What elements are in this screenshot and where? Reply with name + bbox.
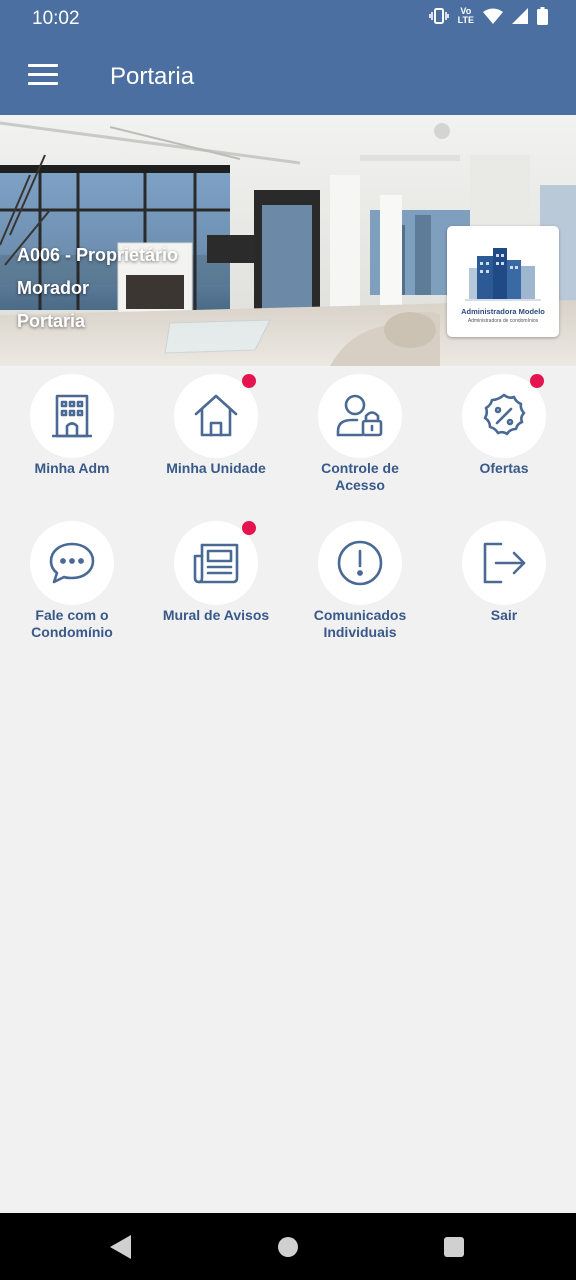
vibrate-icon — [428, 8, 449, 24]
menu-icon-circle — [318, 521, 402, 605]
chat-bubble-icon — [49, 542, 95, 584]
signal-icon — [512, 8, 528, 24]
alert-circle-icon — [337, 540, 383, 586]
user-lock-icon — [336, 394, 383, 437]
building-icon — [52, 394, 92, 438]
notification-badge — [242, 374, 256, 388]
logo-name: Administradora Modelo — [461, 307, 545, 316]
system-navigation-bar — [0, 1213, 576, 1280]
menu-item-sair[interactable]: Sair — [432, 513, 576, 643]
administrator-logo[interactable]: Administradora Modelo Administradora de … — [447, 226, 559, 337]
status-icons: Vo LTE — [428, 7, 548, 25]
menu-icon-circle — [462, 521, 546, 605]
wifi-icon — [483, 8, 503, 24]
lte-text: LTE — [457, 15, 474, 25]
battery-icon — [537, 7, 548, 25]
menu-item-fale-com-o-condominio[interactable]: Fale com o Condomínio — [0, 513, 144, 643]
home-button[interactable] — [278, 1237, 298, 1257]
menu-item-comunicados-individuais[interactable]: Comunicados Individuais — [288, 513, 432, 643]
app-bar: 10:02 Vo LTE Portaria — [0, 0, 576, 115]
menu-item-label: Sair — [490, 607, 518, 623]
menu-item-label: Mural de Avisos — [162, 607, 270, 623]
logo-tagline: Administradora de condomínios — [467, 318, 539, 324]
menu-icon-circle — [318, 374, 402, 458]
notification-badge — [242, 521, 256, 535]
hamburger-menu-button[interactable] — [26, 64, 60, 88]
back-icon[interactable] — [110, 1235, 132, 1259]
unit-role: A006 - Proprietário — [17, 245, 179, 265]
logout-icon — [483, 542, 526, 584]
notification-badge — [530, 374, 544, 388]
buildings-logo-icon — [465, 248, 541, 301]
profile-name: Portaria — [17, 311, 86, 331]
hamburger-line — [28, 73, 58, 76]
hero-banner: A006 - Proprietário Morador Portaria Adm… — [0, 115, 576, 366]
home-icon — [194, 394, 238, 437]
menu-item-controle-de-acesso[interactable]: Controle de Acesso — [288, 366, 432, 496]
status-time: 10:02 — [32, 8, 80, 29]
menu-item-ofertas[interactable]: Ofertas — [432, 366, 576, 496]
menu-item-label: Minha Adm — [34, 460, 110, 476]
hamburger-line — [28, 64, 58, 67]
status-bar: 10:02 Vo LTE — [0, 0, 576, 38]
menu-item-label: Fale com o Condomínio — [31, 607, 113, 640]
menu-item-minha-adm[interactable]: Minha Adm — [0, 366, 144, 496]
resident-type: Morador — [17, 278, 89, 298]
menu-item-label: Minha Unidade — [166, 460, 266, 476]
hamburger-line — [28, 82, 58, 85]
page-title: Portaria — [110, 63, 195, 90]
menu-item-label: Ofertas — [479, 460, 529, 476]
menu-item-minha-unidade[interactable]: Minha Unidade — [144, 366, 288, 496]
menu-icon-circle — [30, 521, 114, 605]
recent-apps-button[interactable] — [444, 1237, 464, 1257]
menu-icon-circle — [30, 374, 114, 458]
discount-badge-icon — [483, 393, 526, 436]
menu-item-label: Controle de Acesso — [321, 460, 399, 493]
menu-item-mural-de-avisos[interactable]: Mural de Avisos — [144, 513, 288, 643]
newspaper-icon — [193, 543, 239, 584]
menu-item-label: Comunicados Individuais — [313, 607, 407, 640]
volte-indicator: Vo LTE — [458, 7, 474, 25]
profile-info: A006 - Proprietário Morador Portaria — [17, 243, 178, 342]
